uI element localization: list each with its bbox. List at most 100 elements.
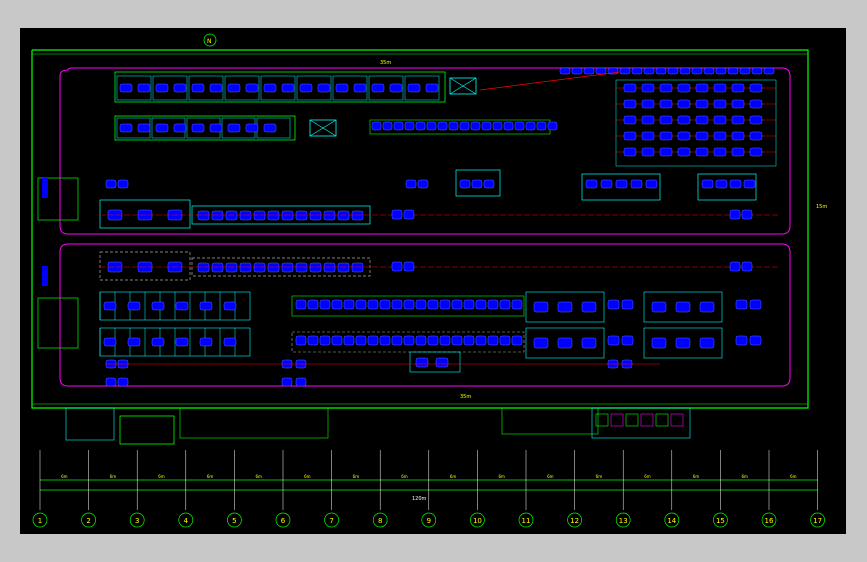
- cad-drawing-canvas[interactable]: 35m 35m 15m 120m N 1 6m 2 6m 3 6m 4 6m 5 6m 6 6m 7 6m…: [20, 28, 846, 534]
- machine-unit: [749, 147, 763, 157]
- machine-unit: [743, 179, 756, 189]
- grid-axis-label: 1: [38, 517, 42, 525]
- machine-unit: [175, 337, 189, 347]
- electric-cabinet: [42, 266, 48, 286]
- grid-axis-label: 8: [378, 517, 382, 525]
- bay-dimension-label: 6m: [304, 474, 311, 479]
- machine-unit: [404, 121, 415, 131]
- machine-unit: [499, 335, 511, 346]
- utility-room: [37, 297, 79, 349]
- machine-unit: [389, 83, 403, 93]
- machine-unit: [481, 121, 492, 131]
- bay-dimension-label: 6m: [741, 474, 748, 479]
- bay-dimension-label: 6m: [644, 474, 651, 479]
- machine-unit: [103, 301, 117, 311]
- machine-unit: [533, 301, 549, 313]
- grid-axes: 1 6m 2 6m 3 6m 4 6m 5 6m 6 6m 7 6m 8 6m 9 6m 10 6m 11 6m 12 6m 1…: [32, 450, 825, 528]
- bay-dimension-label: 6m: [255, 474, 262, 479]
- machine-unit: [459, 121, 470, 131]
- bay-dimension-label: 6m: [110, 474, 117, 479]
- grid-axis-label: 9: [427, 517, 431, 525]
- machine-unit: [695, 99, 709, 109]
- machine-unit: [511, 299, 523, 310]
- machine-unit: [199, 337, 213, 347]
- machine-unit: [137, 83, 151, 93]
- machine-unit: [415, 121, 426, 131]
- machine-unit: [525, 121, 536, 131]
- annex-room: [179, 407, 329, 439]
- bay-dimension-label: 6m: [158, 474, 165, 479]
- machine-unit: [499, 299, 511, 310]
- machine-unit: [623, 147, 637, 157]
- grid-axis-label: 4: [184, 517, 189, 525]
- machine-unit: [299, 83, 313, 93]
- machine-unit: [630, 179, 643, 189]
- north-symbol-label: N: [207, 38, 212, 45]
- top-wall-dimension: 35m: [380, 60, 391, 66]
- machine-unit: [323, 262, 336, 273]
- machine-unit: [343, 335, 355, 346]
- machine-unit: [105, 377, 117, 387]
- machine-unit: [715, 67, 727, 75]
- machine-unit: [448, 121, 459, 131]
- machine-unit: [267, 262, 280, 273]
- grid-axis-label: 11: [522, 517, 531, 525]
- machine-unit: [735, 299, 748, 310]
- machine-unit: [439, 335, 451, 346]
- machine-unit: [514, 121, 525, 131]
- grid-axis-label: 12: [570, 517, 579, 525]
- machine-unit: [751, 67, 763, 75]
- machine-unit: [117, 179, 129, 189]
- machine-unit: [651, 301, 667, 313]
- machine-unit: [405, 179, 417, 189]
- annex-equipment: [670, 413, 684, 427]
- annex-equipment: [625, 413, 639, 427]
- machine-unit: [391, 261, 403, 272]
- machine-unit: [659, 131, 673, 141]
- machine-unit: [403, 209, 415, 220]
- machine-unit: [623, 83, 637, 93]
- machine-unit: [309, 210, 322, 221]
- machine-unit: [355, 299, 367, 310]
- annex-equipment: [640, 413, 654, 427]
- factory-floor-plan: 35m 35m 15m 120m N 1 6m 2 6m 3 6m 4 6m 5 6m 6 6m 7 6m…: [31, 33, 827, 528]
- machine-unit: [729, 261, 741, 272]
- machine-unit: [557, 337, 573, 349]
- machine-unit: [621, 299, 634, 310]
- machine-unit: [173, 83, 187, 93]
- machine-unit: [659, 99, 673, 109]
- annex-room: [65, 407, 115, 441]
- machine-unit: [439, 299, 451, 310]
- machine-unit: [382, 121, 393, 131]
- machine-unit: [253, 210, 266, 221]
- machine-unit: [379, 335, 391, 346]
- machine-unit: [645, 179, 658, 189]
- machine-unit: [391, 335, 403, 346]
- machine-unit: [503, 121, 514, 131]
- grid-axis-label: 14: [667, 517, 676, 525]
- machine-unit: [191, 123, 205, 133]
- right-wall-dimension: 15m: [816, 204, 827, 210]
- grid-axis-label: 16: [765, 517, 774, 525]
- machine-unit: [731, 147, 745, 157]
- machine-unit: [695, 115, 709, 125]
- machine-unit: [699, 301, 715, 313]
- machine-unit: [407, 83, 421, 93]
- machine-unit: [749, 299, 762, 310]
- machine-unit: [371, 121, 382, 131]
- machine-unit: [281, 262, 294, 273]
- machine-unit: [227, 83, 241, 93]
- machine-unit: [511, 335, 523, 346]
- machine-unit: [331, 335, 343, 346]
- machine-unit: [677, 131, 691, 141]
- machine-unit: [391, 299, 403, 310]
- machine-unit: [309, 262, 322, 273]
- machine-unit: [119, 123, 133, 133]
- machine-unit: [245, 83, 259, 93]
- grid-axis-label: 5: [232, 517, 236, 525]
- machine-unit: [741, 209, 753, 220]
- machine-unit: [105, 179, 117, 189]
- machine-unit: [695, 131, 709, 141]
- machine-unit: [281, 83, 295, 93]
- machine-unit: [677, 83, 691, 93]
